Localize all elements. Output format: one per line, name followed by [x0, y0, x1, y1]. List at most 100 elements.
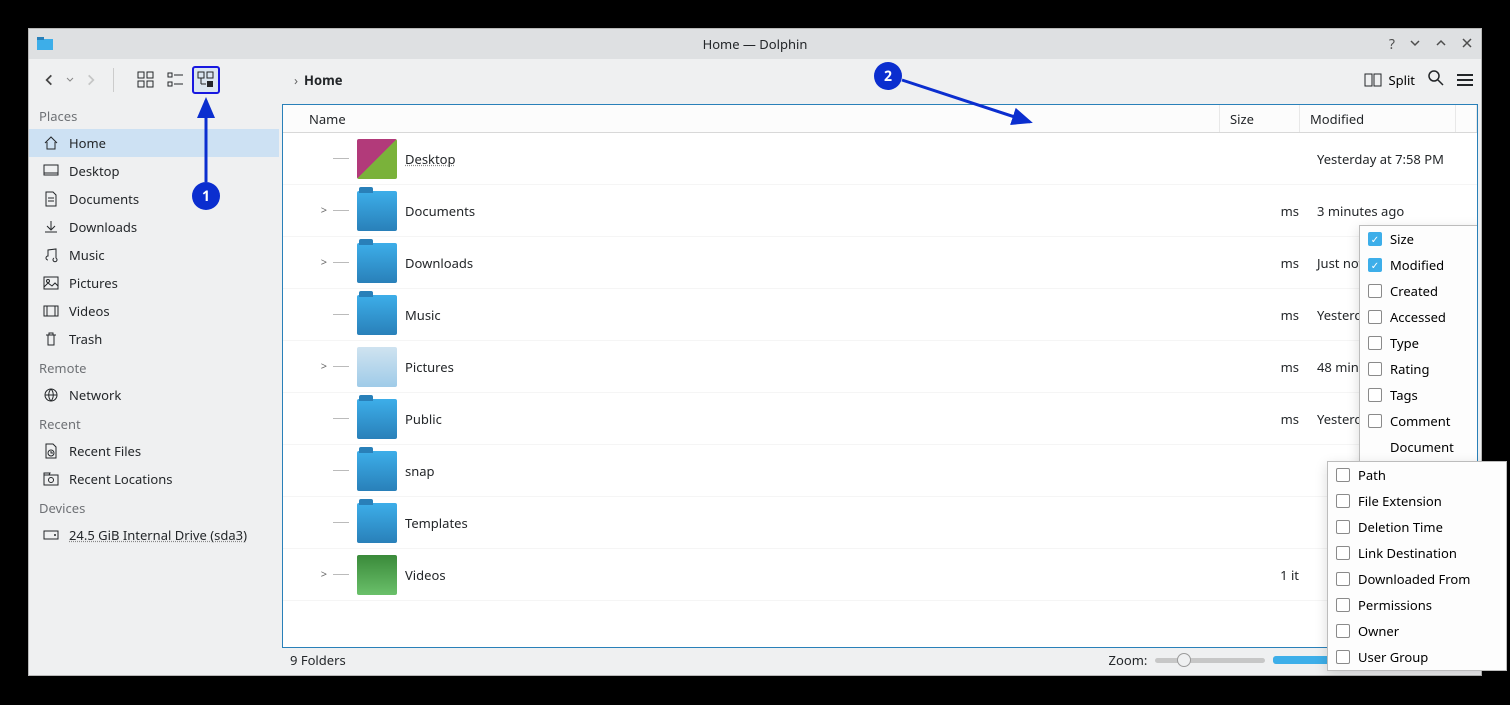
menu-item[interactable]: Modified — [1360, 252, 1478, 278]
menu-item-label: Tags — [1390, 386, 1478, 404]
table-row[interactable]: >DownloadsmsJust now — [283, 237, 1477, 289]
column-name[interactable]: Name — [283, 105, 1220, 132]
sidebar-item-home[interactable]: Home — [29, 129, 279, 157]
home-icon — [43, 135, 59, 151]
pictures-icon — [43, 275, 59, 291]
zoom-slider[interactable] — [1155, 658, 1265, 663]
menu-item[interactable]: Comment — [1360, 408, 1478, 434]
menu-item[interactable]: File Extension — [1328, 488, 1506, 514]
menu-button[interactable] — [1457, 74, 1473, 86]
folder-thumb — [357, 451, 397, 491]
view-icons-button[interactable] — [132, 66, 160, 94]
file-size: ms — [1229, 410, 1309, 428]
sidebar-item-internal-drive[interactable]: 24.5 GiB Internal Drive (sda3) — [29, 521, 279, 549]
expand-icon[interactable]: > — [321, 203, 327, 218]
sidebar-item-desktop[interactable]: Desktop — [29, 157, 279, 185]
menu-item-label: Path — [1358, 466, 1496, 484]
view-details-button[interactable] — [192, 66, 220, 94]
table-row[interactable]: Templates — [283, 497, 1477, 549]
desktop-icon — [43, 163, 59, 179]
sidebar-item-videos[interactable]: Videos — [29, 297, 279, 325]
menu-item[interactable]: Document› — [1360, 434, 1478, 460]
menu-item[interactable]: Tags — [1360, 382, 1478, 408]
file-size: ms — [1229, 358, 1309, 376]
folder-thumb — [357, 347, 397, 387]
menu-item[interactable]: Owner — [1328, 618, 1506, 644]
table-row[interactable]: PublicmsYesterday at 7:58 PM — [283, 393, 1477, 445]
file-name: Documents — [405, 202, 475, 220]
menu-item[interactable]: Created — [1360, 278, 1478, 304]
menu-item[interactable]: User Group — [1328, 644, 1506, 670]
menu-item-label: Accessed — [1390, 308, 1478, 326]
folder-thumb — [357, 399, 397, 439]
breadcrumb-home[interactable]: Home — [304, 71, 343, 89]
callout-2: 2 — [874, 62, 902, 90]
file-name: Templates — [405, 514, 468, 532]
table-row[interactable]: MusicmsYesterday at 7:58 PM — [283, 289, 1477, 341]
network-icon — [43, 387, 59, 403]
table-row[interactable]: >Videos1 it — [283, 549, 1477, 601]
menu-item[interactable]: Type — [1360, 330, 1478, 356]
table-row[interactable]: snap — [283, 445, 1477, 497]
menu-item[interactable]: Downloaded From — [1328, 566, 1506, 592]
sidebar-item-documents[interactable]: Documents — [29, 185, 279, 213]
back-button[interactable] — [37, 68, 61, 92]
table-row[interactable]: >Picturesms48 minutes ago — [283, 341, 1477, 393]
menu-item[interactable]: Size — [1360, 226, 1478, 252]
drive-icon — [43, 527, 59, 543]
titlebar: Home — Dolphin ? — [29, 29, 1481, 59]
sidebar-item-trash[interactable]: Trash — [29, 325, 279, 353]
sidebar-recent-header: Recent — [29, 409, 279, 437]
column-size[interactable]: Size — [1220, 105, 1300, 132]
minimize-icon[interactable] — [1409, 35, 1421, 54]
file-name: Public — [405, 410, 442, 428]
menu-item-label: Owner — [1358, 622, 1496, 640]
file-view: Name Size Modified DesktopYesterday at 7… — [282, 104, 1478, 648]
folder-count: 9 Folders — [290, 651, 346, 669]
columns-header[interactable]: Name Size Modified — [283, 105, 1477, 133]
menu-item[interactable]: Accessed — [1360, 304, 1478, 330]
table-row[interactable]: DesktopYesterday at 7:58 PM — [283, 133, 1477, 185]
sidebar-item-pictures[interactable]: Pictures — [29, 269, 279, 297]
sidebar-remote-header: Remote — [29, 353, 279, 381]
back-dropdown-icon[interactable] — [65, 68, 75, 92]
menu-item[interactable]: Path — [1328, 462, 1506, 488]
videos-icon — [43, 303, 59, 319]
menu-item[interactable]: Link Destination — [1328, 540, 1506, 566]
folder-thumb — [357, 243, 397, 283]
file-name: Pictures — [405, 358, 454, 376]
file-name: Videos — [405, 566, 446, 584]
expand-icon[interactable]: > — [321, 359, 327, 374]
downloads-icon — [43, 219, 59, 235]
file-size: ms — [1229, 254, 1309, 272]
sidebar-item-recent-locations[interactable]: Recent Locations — [29, 465, 279, 493]
menu-item[interactable]: Permissions — [1328, 592, 1506, 618]
sidebar-item-network[interactable]: Network — [29, 381, 279, 409]
search-button[interactable] — [1427, 69, 1445, 92]
column-modified[interactable]: Modified — [1300, 105, 1456, 132]
other-submenu: Path File Extension Deletion Time Link Dest… — [1327, 461, 1507, 671]
sidebar-item-recent-files[interactable]: Recent Files — [29, 437, 279, 465]
menu-item[interactable]: Rating — [1360, 356, 1478, 382]
forward-button[interactable] — [79, 68, 103, 92]
sidebar-item-downloads[interactable]: Downloads — [29, 213, 279, 241]
close-icon[interactable] — [1461, 35, 1473, 54]
menu-item-label: Modified — [1390, 256, 1478, 274]
expand-icon[interactable]: > — [321, 255, 327, 270]
split-button[interactable]: Split — [1364, 71, 1415, 89]
sidebar-devices-header: Devices — [29, 493, 279, 521]
maximize-icon[interactable] — [1435, 35, 1447, 54]
expand-icon[interactable]: > — [321, 567, 327, 582]
trash-icon — [43, 331, 59, 347]
menu-item[interactable]: Deletion Time — [1328, 514, 1506, 540]
recent-files-icon — [43, 443, 59, 459]
view-compact-button[interactable] — [162, 66, 190, 94]
table-row[interactable]: >Documentsms3 minutes ago — [283, 185, 1477, 237]
help-icon[interactable]: ? — [1389, 35, 1395, 54]
folder-thumb — [357, 295, 397, 335]
app-icon — [37, 36, 53, 52]
sidebar-item-music[interactable]: Music — [29, 241, 279, 269]
menu-item-label: Deletion Time — [1358, 518, 1496, 536]
breadcrumb[interactable]: › Home — [294, 71, 343, 89]
window-title: Home — Dolphin — [29, 35, 1481, 53]
